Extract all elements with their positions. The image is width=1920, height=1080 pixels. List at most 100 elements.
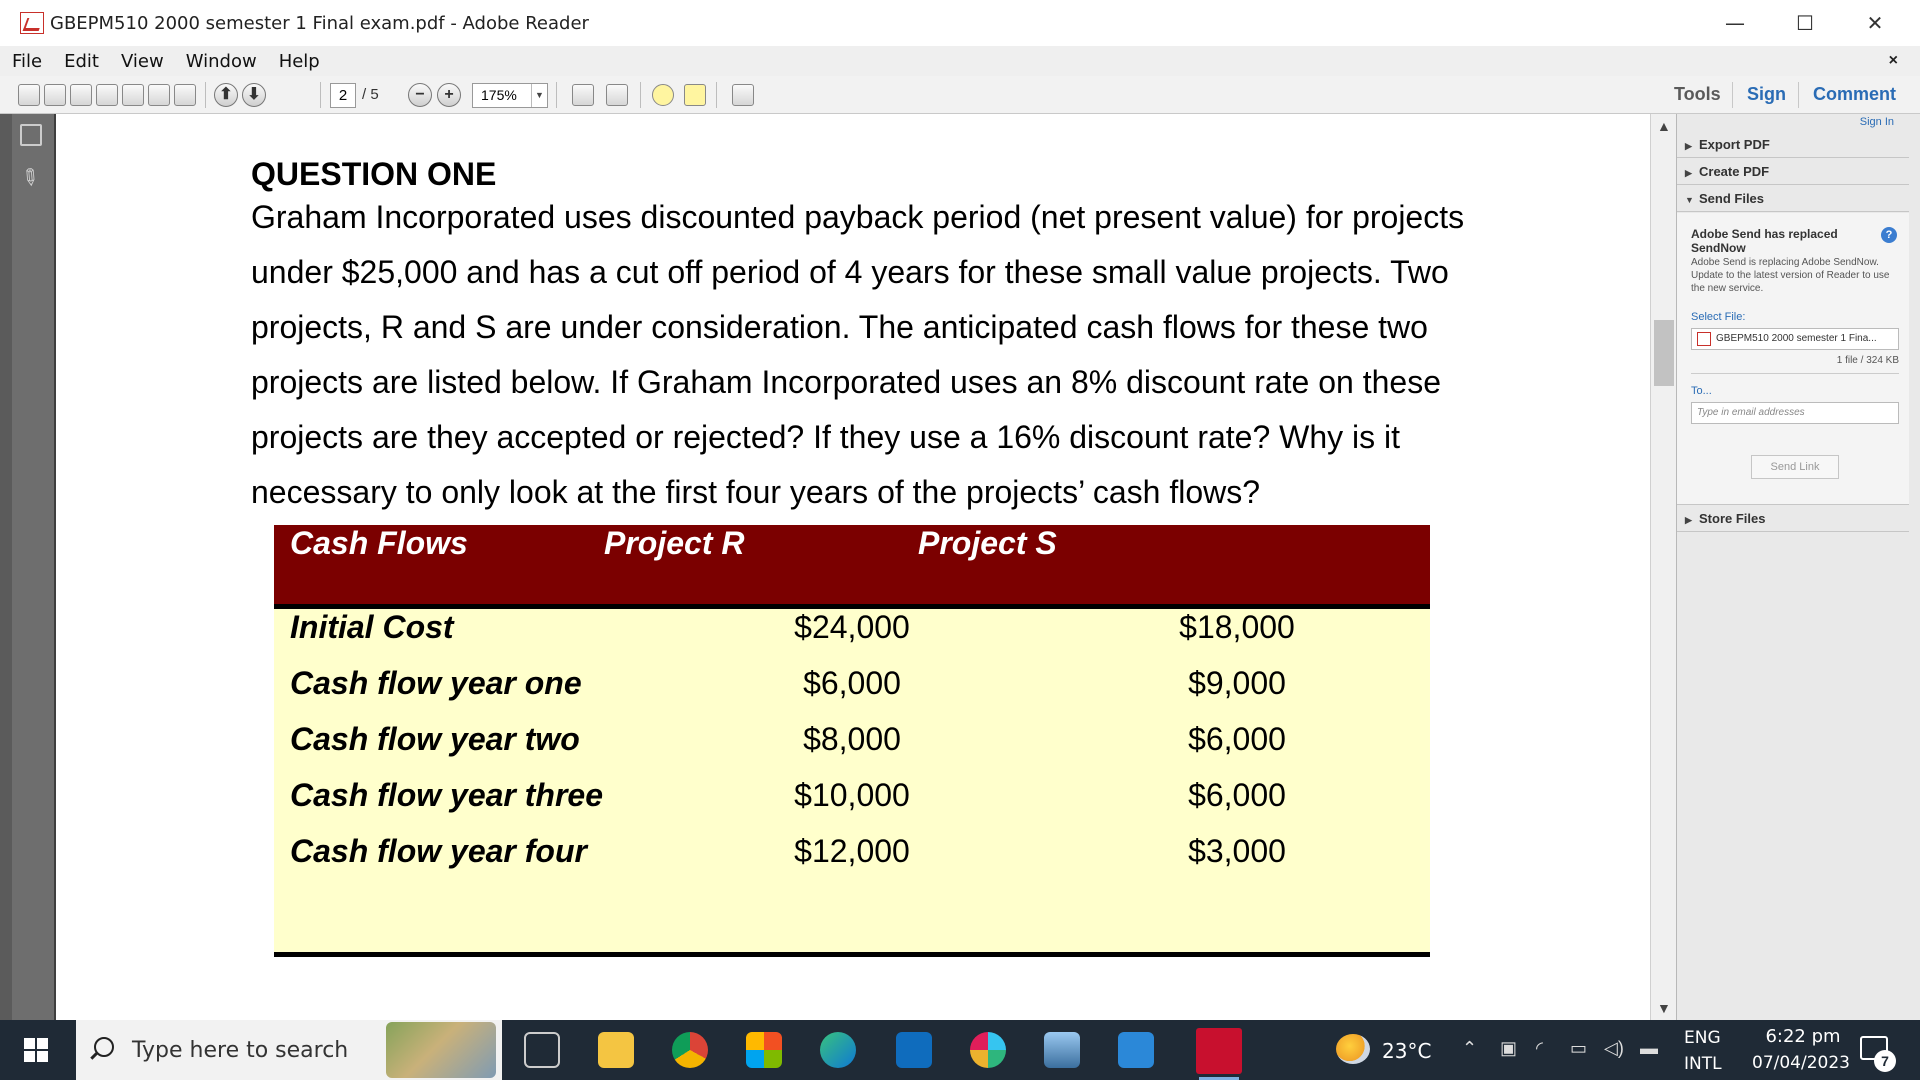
upload-icon[interactable] [96,84,118,106]
edit-pdf-icon[interactable] [70,84,92,106]
slack-icon[interactable] [970,1032,1006,1068]
row-label: Cash flow year two [290,721,580,757]
export-pdf-label: Export PDF [1699,137,1770,152]
page-number-input[interactable]: 2 [330,83,356,108]
wifi-icon[interactable]: ◜ [1536,1038,1543,1059]
fit-width-icon[interactable] [606,84,628,106]
send-notice-text: Adobe Send is replacing Adobe SendNow. U… [1691,257,1890,294]
paragraph-line: under $25,000 and has a cut off period o… [251,254,1449,290]
email-icon[interactable] [174,84,196,106]
battery-icon[interactable]: ▬ [1640,1038,1658,1059]
language-indicator[interactable]: ENG [1684,1028,1721,1048]
microsoft-store-icon[interactable] [746,1032,782,1068]
table-row: Cash flow year one $6,000 $9,000 [274,665,1430,705]
toolbar: ⬆ ⬇ 2 / 5 − + 175% ▼ Tools Sign Comment [0,76,1920,114]
store-files-section[interactable]: ▶ Store Files [1677,506,1909,532]
comment-pane-button[interactable]: Comment [1813,84,1896,105]
print-icon[interactable] [148,84,170,106]
chevron-up-icon[interactable]: ⌃ [1462,1038,1477,1059]
notification-badge[interactable]: 7 [1874,1050,1896,1072]
edge-icon[interactable] [820,1032,856,1068]
taskbar-search-box[interactable]: Type here to search [76,1020,502,1080]
keyboard-layout-indicator[interactable]: INTL [1684,1054,1722,1074]
to-label: To... [1691,385,1712,397]
title-bar: GBEPM510 2000 semester 1 Final exam.pdf … [0,0,1920,46]
scroll-down-icon[interactable]: ▼ [1657,1000,1671,1016]
scroll-up-icon[interactable]: ▲ [1657,118,1671,134]
chevron-down-icon: ▼ [1685,195,1694,205]
task-view-icon[interactable] [524,1032,560,1068]
toolbar-divider [1798,82,1799,108]
windows-logo-icon [24,1051,35,1062]
volume-icon[interactable]: ◁) [1604,1038,1624,1059]
row-label: Cash flow year four [290,833,587,869]
clock-time[interactable]: 6:22 pm [1748,1026,1858,1047]
header-project-r: Project R [604,525,745,561]
fit-page-icon[interactable] [572,84,594,106]
save-icon[interactable] [122,84,144,106]
laptop-app-icon[interactable] [1044,1032,1080,1068]
sign-pane-button[interactable]: Sign [1747,84,1786,105]
weather-icon[interactable] [1336,1034,1370,1064]
convert-pdf-icon[interactable] [44,84,66,106]
menu-edit[interactable]: Edit [64,51,99,72]
close-document-button[interactable]: × [1889,52,1898,70]
outlook-icon[interactable] [896,1032,932,1068]
highlight-icon[interactable] [684,84,706,106]
adobe-reader-taskbar-icon[interactable] [1196,1028,1242,1074]
minimize-button[interactable]: — [1700,0,1770,46]
sign-in-link[interactable]: Sign In [1860,116,1894,128]
clock-date[interactable]: 07/04/2023 [1736,1053,1866,1073]
zoom-in-button[interactable]: + [437,83,461,107]
paragraph-line: necessary to only look at the first four… [251,474,1261,510]
device-icon[interactable]: ▣ [1500,1038,1517,1059]
maximize-button[interactable]: ☐ [1770,0,1840,46]
tools-pane-button[interactable]: Tools [1674,84,1721,105]
project-r-value: $10,000 [794,777,910,813]
mail-icon[interactable] [1118,1032,1154,1068]
chevron-right-icon: ▶ [1685,141,1692,151]
temperature[interactable]: 23°C [1382,1039,1431,1063]
windows-logo-icon [24,1038,35,1049]
fullscreen-icon[interactable] [732,84,754,106]
menu-window[interactable]: Window [186,51,257,72]
next-page-button[interactable]: ⬇ [242,83,266,107]
email-address-input[interactable]: Type in email addresses [1691,402,1899,424]
document-page[interactable]: QUESTION ONE Graham Incorporated uses di… [56,114,1650,1020]
selected-file-field[interactable]: GBEPM510 2000 semester 1 Fina... [1691,328,1899,350]
help-icon[interactable]: ? [1881,227,1897,243]
project-s-value: $9,000 [1188,665,1286,701]
project-r-value: $12,000 [794,833,910,869]
adobe-reader-icon [20,12,44,34]
start-button[interactable] [0,1020,72,1080]
chevron-down-icon[interactable]: ▼ [531,84,547,107]
windows-logo-icon [37,1038,48,1049]
toolbar-divider [556,82,557,108]
export-pdf-section[interactable]: ▶ Export PDF [1677,132,1909,158]
send-link-button[interactable]: Send Link [1751,455,1839,479]
panel-divider [1691,373,1899,374]
create-pdf-section[interactable]: ▶ Create PDF [1677,159,1909,185]
comment-bubble-icon[interactable] [652,84,674,106]
zoom-out-button[interactable]: − [408,83,432,107]
table-row: Cash flow year two $8,000 $6,000 [274,721,1430,761]
scrollbar-thumb[interactable] [1654,320,1674,386]
search-placeholder: Type here to search [132,1038,349,1063]
document-scrollbar[interactable]: ▲ ▼ [1650,114,1676,1020]
menu-help[interactable]: Help [279,51,320,72]
zoom-select[interactable]: 175% ▼ [472,83,548,108]
table-row: Initial Cost $24,000 $18,000 [274,609,1430,649]
search-highlight-image [386,1022,496,1078]
chrome-icon[interactable] [672,1032,708,1068]
menu-file[interactable]: File [12,51,42,72]
previous-page-button[interactable]: ⬆ [214,83,238,107]
file-explorer-icon[interactable] [598,1032,634,1068]
create-pdf-icon[interactable] [18,84,40,106]
tools-panel: Sign In ▶ Export PDF ▶ Create PDF ▼ Send Fi… [1676,114,1920,1020]
page-thumbnails-icon[interactable] [20,124,42,146]
menu-view[interactable]: View [121,51,164,72]
file-count-label: 1 file / 324 KB [1836,355,1899,366]
display-icon[interactable]: ▭ [1570,1038,1587,1059]
send-files-section[interactable]: ▼ Send Files [1677,186,1909,212]
close-window-button[interactable]: ✕ [1840,0,1910,46]
